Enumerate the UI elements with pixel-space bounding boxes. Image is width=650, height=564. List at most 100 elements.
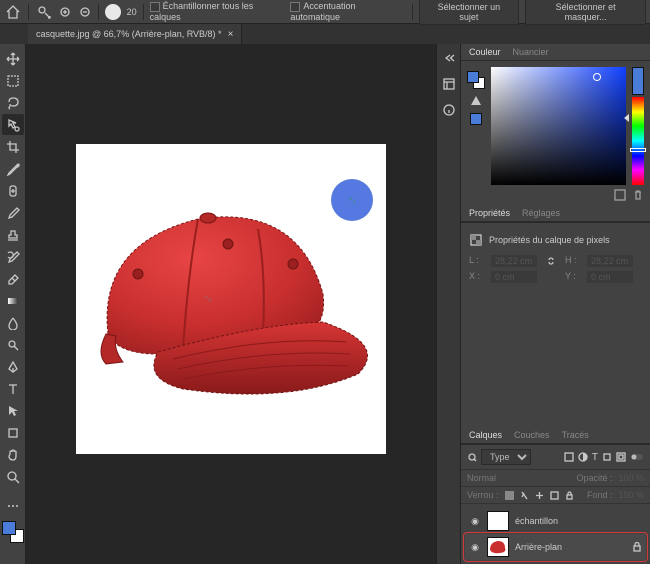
closest-web-color-swatch[interactable] — [470, 113, 482, 125]
filter-toggle-icon[interactable] — [630, 452, 644, 462]
brush-size-value[interactable]: 20 — [127, 7, 137, 17]
sub-selection-icon[interactable] — [78, 5, 92, 19]
zoom-tool-icon[interactable] — [2, 466, 24, 487]
lock-nest-icon[interactable] — [550, 491, 559, 500]
artboard[interactable]: ⁺₁ ⁺₂ — [76, 144, 386, 454]
right-panel-group: Couleur Nuancier — [460, 44, 650, 564]
lasso-tool-icon[interactable] — [2, 92, 24, 113]
opacity-field[interactable]: 100 % — [618, 473, 644, 483]
gradient-tool-icon[interactable] — [2, 290, 24, 311]
eraser-tool-icon[interactable] — [2, 268, 24, 289]
document-tab-title: casquette.jpg @ 66,7% (Arrière-plan, RVB… — [36, 29, 222, 39]
width-label: L : — [469, 255, 483, 267]
foreground-color-swatch[interactable] — [2, 521, 16, 535]
stamp-tool-icon[interactable] — [2, 224, 24, 245]
x-label: X : — [469, 271, 483, 283]
opacity-label: Opacité : — [576, 473, 612, 483]
marquee-tool-icon[interactable] — [2, 70, 24, 91]
blend-mode-select[interactable]: Normal — [467, 473, 496, 483]
color-mode-icon[interactable] — [614, 189, 626, 201]
layer-name[interactable]: Arrière-plan — [515, 542, 626, 552]
document-tab-bar: casquette.jpg @ 66,7% (Arrière-plan, RVB… — [0, 24, 650, 44]
color-cursor-icon — [593, 73, 601, 81]
foreground-background-swatch[interactable] — [2, 521, 24, 543]
fill-field[interactable]: 100 % — [618, 490, 644, 500]
auto-enhance-checkbox[interactable]: Accentuation automatique — [290, 1, 405, 22]
hand-tool-icon[interactable] — [2, 444, 24, 465]
tab-adjustments[interactable]: Réglages — [522, 208, 560, 218]
hue-handle-icon[interactable] — [630, 148, 646, 152]
lock-all-icon[interactable] — [565, 491, 574, 500]
filter-shape-icon[interactable] — [602, 452, 612, 462]
brush-tool-icon[interactable] — [2, 202, 24, 223]
quick-select-tool-icon[interactable] — [2, 114, 24, 135]
history-panel-icon[interactable] — [441, 76, 457, 92]
blur-tool-icon[interactable] — [2, 312, 24, 333]
add-selection-icon[interactable] — [58, 5, 72, 19]
tab-paths[interactable]: Tracés — [562, 430, 589, 440]
tab-color[interactable]: Couleur — [469, 47, 501, 57]
dodge-tool-icon[interactable] — [2, 334, 24, 355]
canvas-area[interactable]: ⁺₁ ⁺₂ — [26, 44, 436, 564]
saturation-picker[interactable] — [491, 67, 626, 185]
filter-kind-icon[interactable] — [467, 452, 477, 462]
y-field[interactable]: 0 cm — [587, 271, 633, 283]
visibility-icon[interactable]: ◉ — [469, 516, 481, 527]
sample-all-layers-checkbox[interactable]: Échantillonner tous les calques — [150, 1, 285, 22]
eyedropper-tool-icon[interactable] — [2, 158, 24, 179]
healing-brush-tool-icon[interactable] — [2, 180, 24, 201]
current-color-swatch[interactable] — [632, 67, 644, 95]
link-dimensions-icon[interactable] — [545, 255, 557, 267]
color-fg-bg-swatch[interactable] — [467, 71, 485, 89]
filter-smart-icon[interactable] — [616, 452, 626, 462]
visibility-icon[interactable]: ◉ — [469, 542, 481, 553]
collapsed-panel-strip — [436, 44, 460, 564]
filter-pixel-icon[interactable] — [564, 452, 574, 462]
layer-name[interactable]: échantillon — [515, 516, 642, 526]
fill-label: Fond : — [587, 490, 613, 500]
options-bar: 20 Échantillonner tous les calques Accen… — [0, 0, 650, 24]
path-select-tool-icon[interactable] — [2, 400, 24, 421]
expand-panels-icon[interactable] — [441, 50, 457, 66]
trash-icon[interactable] — [632, 189, 644, 201]
x-field[interactable]: 0 cm — [491, 271, 537, 283]
gamut-warning-icon[interactable] — [470, 95, 482, 107]
tab-properties[interactable]: Propriétés — [469, 208, 510, 218]
tab-swatches[interactable]: Nuancier — [513, 47, 549, 57]
layer-thumbnail[interactable] — [487, 537, 509, 557]
move-tool-icon[interactable] — [2, 48, 24, 69]
type-tool-icon[interactable] — [2, 378, 24, 399]
tab-layers[interactable]: Calques — [469, 430, 502, 440]
layer-filter-select[interactable]: Type — [481, 449, 531, 465]
select-and-mask-button[interactable]: Sélectionner et masquer... — [525, 0, 646, 25]
home-icon[interactable] — [4, 3, 22, 21]
layer-row[interactable]: ◉ Arrière-plan — [465, 534, 646, 560]
lock-image-icon[interactable] — [520, 491, 529, 500]
quick-select-icon[interactable] — [35, 3, 53, 21]
filter-adjust-icon[interactable] — [578, 452, 588, 462]
layer-row[interactable]: ◉ échantillon — [465, 508, 646, 534]
document-tab[interactable]: casquette.jpg @ 66,7% (Arrière-plan, RVB… — [28, 24, 242, 44]
divider — [143, 4, 144, 20]
edit-toolbar-icon[interactable] — [2, 495, 24, 516]
filter-type-icon[interactable]: T — [592, 452, 598, 463]
select-subject-button[interactable]: Sélectionner un sujet — [419, 0, 520, 25]
lock-trans-icon[interactable] — [505, 491, 514, 500]
layer-thumbnail[interactable] — [487, 511, 509, 531]
tab-channels[interactable]: Couches — [514, 430, 550, 440]
lock-icon[interactable] — [632, 542, 642, 552]
width-field[interactable]: 28,22 cm — [491, 255, 537, 267]
hue-slider[interactable] — [632, 97, 644, 185]
crop-tool-icon[interactable] — [2, 136, 24, 157]
close-tab-icon[interactable]: × — [228, 29, 234, 40]
properties-heading: Propriétés du calque de pixels — [489, 235, 610, 245]
lock-pos-icon[interactable] — [535, 491, 544, 500]
shape-tool-icon[interactable] — [2, 422, 24, 443]
info-panel-icon[interactable] — [441, 102, 457, 118]
history-brush-tool-icon[interactable] — [2, 246, 24, 267]
lock-label: Verrou : — [467, 490, 499, 500]
properties-panel: Propriétés du calque de pixels L : 28,22… — [461, 222, 650, 427]
height-field[interactable]: 28,22 cm — [587, 255, 633, 267]
brush-preview-icon[interactable] — [105, 4, 121, 20]
pen-tool-icon[interactable] — [2, 356, 24, 377]
